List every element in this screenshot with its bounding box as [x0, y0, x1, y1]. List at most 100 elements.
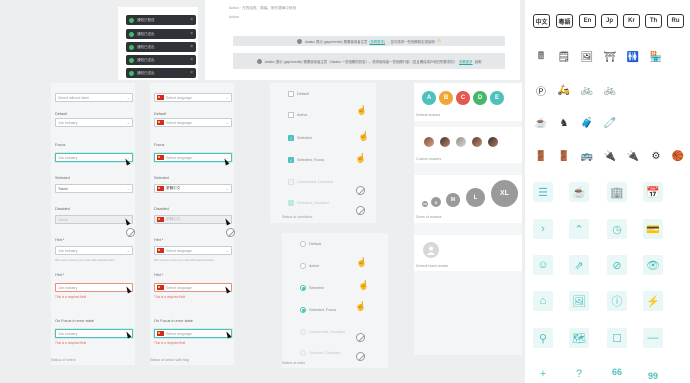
language-select-focus[interactable]: Select language ⌄	[154, 153, 232, 162]
notification-banner-long: Asiabc 提示 (gap/needle) 需要使用者注意（Asiabc 一些…	[233, 53, 505, 69]
info-icon: ⓘ	[611, 296, 623, 308]
chevron-right-icon: ›	[541, 223, 545, 235]
banner-link[interactable]: (查看更多)	[369, 39, 385, 44]
checkbox-selected[interactable]: ✓ Selected	[288, 135, 312, 141]
select-field-default[interactable]: Job industry ⌄	[55, 118, 133, 127]
select-field-focus[interactable]: Job industry ⌄	[55, 153, 133, 162]
language-korean-icon: Kr	[623, 14, 640, 28]
language-select[interactable]: Select language ⌄	[154, 93, 232, 102]
flag-icon	[157, 120, 164, 125]
parking-icon: Ⓟ	[536, 86, 546, 98]
avatar-photo	[487, 136, 499, 148]
language-select-default[interactable]: Select language ⌄	[154, 118, 232, 127]
language-select-selected[interactable]: 繁體中文 ⌄	[154, 184, 232, 193]
checkbox-selected-disabled: Selected, Disabled	[288, 200, 329, 206]
not-allowed-icon	[356, 333, 365, 342]
not-allowed-icon	[356, 186, 365, 195]
checkbox-disabled-box	[288, 200, 294, 206]
not-allowed-icon	[126, 228, 135, 237]
select-field-error[interactable]: Job industry ⌄	[55, 283, 133, 292]
error-message: This is a required field	[154, 295, 186, 299]
clock-icon: ◷	[612, 223, 622, 236]
hand-cursor-icon: ☝	[358, 131, 370, 141]
avatar-l: L	[466, 188, 485, 207]
success-dot-icon	[129, 17, 134, 23]
language-select-hint[interactable]: Select language ⌄	[154, 246, 232, 255]
cafe-icon: ☕	[572, 186, 586, 199]
radio-selected[interactable]: Selected	[300, 285, 324, 291]
chess-knight-icon: ♞	[559, 117, 569, 129]
close-icon[interactable]: ×	[190, 44, 193, 50]
flag-icon	[157, 285, 164, 290]
not-allowed-icon	[226, 228, 235, 237]
chevron-down-icon: ⌄	[225, 120, 229, 125]
map-icon: 🗺	[572, 332, 586, 345]
close-icon[interactable]: ×	[190, 57, 193, 63]
settings-icon: ⚙	[651, 150, 661, 162]
radio-selected-focus[interactable]: Selected, Focus	[300, 307, 336, 313]
language-select-error[interactable]: Select language ⌄	[154, 283, 232, 292]
checkbox-selected-focus[interactable]: ✓ Selected, Focus	[288, 157, 324, 163]
chevron-down-icon: ⌄	[126, 120, 130, 125]
success-dot-icon	[129, 70, 134, 76]
snackbar: 通知已送出 ×	[126, 42, 196, 52]
chevron-down-icon: ⌄	[126, 248, 130, 253]
avatar-photo	[471, 136, 483, 148]
language-thai-icon: Th	[645, 14, 662, 28]
hand-cursor-icon: ☝	[355, 301, 367, 311]
language-select-error-focus[interactable]: Select language ⌄	[154, 329, 232, 338]
banner-link[interactable]: 查看更多	[459, 59, 473, 64]
plug-icon: 🔌	[626, 150, 640, 162]
success-dot-icon	[129, 44, 134, 50]
charger-icon: 🔌	[603, 150, 617, 162]
calendar-icon: 📅	[646, 186, 660, 199]
select-field-error-focus[interactable]: Job industry ⌄	[55, 329, 133, 338]
home-icon: ⌂	[539, 295, 547, 307]
avatar: C	[456, 91, 470, 105]
minimize-box-icon: ☐	[612, 332, 622, 345]
avatar: D	[473, 91, 487, 105]
radio-active[interactable]: Active	[300, 263, 319, 269]
checkbox-disabled: Unselected, Disabled	[288, 179, 333, 185]
notification-banner: Asiabc 提示 (gap/needle) 需要使用者注意 (查看更多) ，並…	[233, 36, 505, 46]
language-chinese-icon: 中文	[533, 14, 550, 28]
snackbar: 通知已發送 ×	[126, 15, 196, 25]
radio-default[interactable]: Default	[300, 241, 321, 247]
chevron-down-icon: ⌄	[126, 186, 130, 191]
avatar-photo	[455, 136, 467, 148]
entrance-icon: 🚪	[557, 150, 571, 162]
close-icon[interactable]: ×	[190, 70, 193, 76]
success-dot-icon	[129, 31, 134, 37]
error-message: This is a required field	[55, 295, 87, 299]
hand-cursor-icon: ☝	[356, 257, 368, 267]
avatar-m: M	[446, 193, 460, 207]
close-icon[interactable]: ×	[190, 31, 193, 37]
flag-icon	[157, 217, 164, 222]
select-field[interactable]: Select without label ⌄	[55, 93, 133, 102]
select-field-disabled: Travel	[55, 215, 133, 224]
hand-cursor-icon: ☝	[355, 153, 367, 163]
checkbox-default[interactable]: Default	[288, 91, 309, 97]
select-field-hint[interactable]: Job industry ⌄	[55, 246, 133, 255]
luggage-icon: 🧳	[580, 117, 594, 129]
hand-cursor-icon: ☝	[358, 280, 370, 290]
default-avatars-card: A B C D E Default avatars	[414, 83, 522, 121]
flag-icon	[157, 248, 164, 253]
success-dot-icon	[129, 57, 134, 63]
banner-panel: Action · 在對話框、橫幅、操作選單中使用 Action Asiabc 提…	[205, 0, 520, 80]
coffee-icon: ☕	[534, 117, 548, 129]
flag-icon	[157, 95, 164, 100]
quote-close-icon: 99	[647, 371, 658, 381]
eye-off-icon: ⊘	[612, 259, 622, 272]
bus-icon: 🚌	[580, 150, 594, 162]
avatar-xs: XS	[422, 201, 428, 207]
snackbar: 通知已送出 ×	[126, 68, 196, 78]
snackbar-panel: 通知已發送 × 通知已送出 × 通知已送出 × 通知已送出 × 通知已送出 ×	[118, 7, 198, 80]
close-icon[interactable]: ×	[190, 17, 193, 23]
select-field-selected[interactable]: Travel ⌄	[55, 184, 133, 193]
avatar: B	[439, 91, 453, 105]
checkbox-active[interactable]: Active	[288, 112, 307, 118]
language-select-disabled: 繁體中文	[154, 215, 232, 224]
select-flag-states-column: Select language ⌄ Default Select language…	[150, 83, 234, 365]
avatars-panel: A B C D E Default avatars Custom avatars…	[414, 83, 522, 355]
